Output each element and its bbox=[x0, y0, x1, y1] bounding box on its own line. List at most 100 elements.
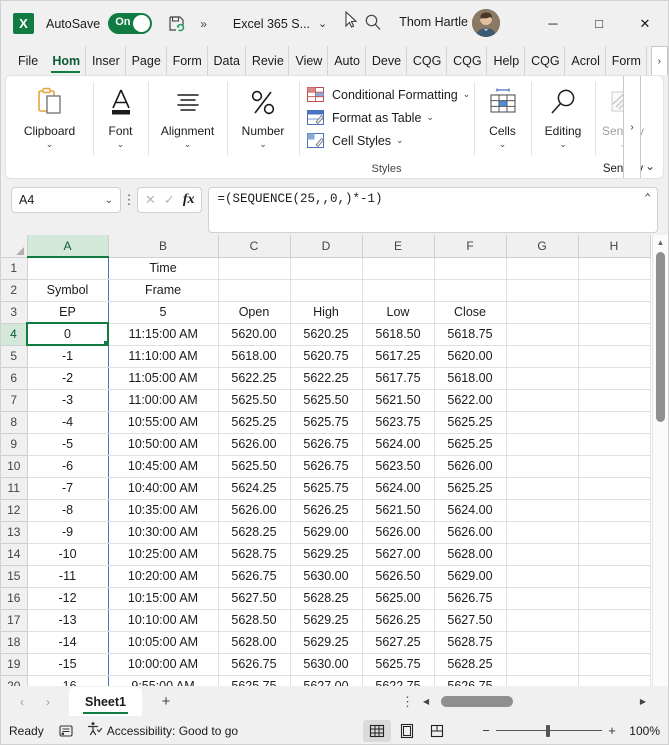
cell-H14[interactable] bbox=[578, 543, 651, 566]
row-header-10[interactable]: 10 bbox=[1, 455, 28, 478]
row-header-2[interactable]: 2 bbox=[1, 279, 28, 302]
cell-A10[interactable]: -6 bbox=[27, 455, 109, 478]
cell-C12[interactable]: 5626.00 bbox=[218, 499, 291, 522]
record-macro-icon[interactable] bbox=[58, 723, 74, 739]
cell-D2[interactable] bbox=[290, 279, 363, 302]
font-button[interactable]: Font ⌄ bbox=[93, 80, 148, 150]
cell-E14[interactable]: 5627.00 bbox=[362, 543, 435, 566]
cell-B10[interactable]: 10:45:00 AM bbox=[108, 455, 219, 478]
cell-H5[interactable] bbox=[578, 345, 651, 368]
cell-B11[interactable]: 10:40:00 AM bbox=[108, 477, 219, 500]
chevron-down-icon[interactable]: ⌄ bbox=[117, 139, 125, 150]
cell-A5[interactable]: -1 bbox=[27, 345, 109, 368]
prev-sheet-icon[interactable]: ‹ bbox=[9, 689, 35, 715]
cell-E1[interactable] bbox=[362, 257, 435, 280]
cell-H17[interactable] bbox=[578, 609, 651, 632]
cell-F7[interactable]: 5622.00 bbox=[434, 389, 507, 412]
autosave-toggle[interactable]: On bbox=[108, 13, 153, 34]
row-header-9[interactable]: 9 bbox=[1, 433, 28, 456]
chevron-down-icon[interactable]: ⌄ bbox=[463, 89, 471, 100]
cell-F12[interactable]: 5624.00 bbox=[434, 499, 507, 522]
cell-H7[interactable] bbox=[578, 389, 651, 412]
row-header-3[interactable]: 3 bbox=[1, 301, 28, 324]
cell-D18[interactable]: 5629.25 bbox=[290, 631, 363, 654]
cell-B4[interactable]: 11:15:00 AM bbox=[108, 323, 219, 346]
tab-page-layout[interactable]: Page bbox=[126, 46, 167, 75]
cell-F9[interactable]: 5625.25 bbox=[434, 433, 507, 456]
cell-B13[interactable]: 10:30:00 AM bbox=[108, 521, 219, 544]
row-header-12[interactable]: 12 bbox=[1, 499, 28, 522]
cell-styles-button[interactable]: Cell Styles ⌄ bbox=[307, 129, 404, 152]
name-box[interactable]: A4 ⌄ bbox=[11, 187, 121, 213]
cell-D12[interactable]: 5626.25 bbox=[290, 499, 363, 522]
accessibility-status[interactable]: Accessibility: Good to go bbox=[86, 721, 238, 740]
cell-C4[interactable]: 5620.00 bbox=[218, 323, 291, 346]
cell-D6[interactable]: 5622.25 bbox=[290, 367, 363, 390]
hscroll-left-icon[interactable]: ◀ bbox=[423, 697, 429, 706]
cell-H13[interactable] bbox=[578, 521, 651, 544]
cell-C18[interactable]: 5628.00 bbox=[218, 631, 291, 654]
select-all-corner[interactable] bbox=[1, 235, 28, 258]
save-sync-icon[interactable] bbox=[164, 12, 188, 36]
cell-A3[interactable]: EP bbox=[27, 301, 109, 324]
tab-form[interactable]: Form bbox=[606, 46, 647, 75]
row-header-4[interactable]: 4 bbox=[1, 323, 28, 346]
cell-A14[interactable]: -10 bbox=[27, 543, 109, 566]
row-header-6[interactable]: 6 bbox=[1, 367, 28, 390]
cell-G17[interactable] bbox=[506, 609, 579, 632]
column-header-b[interactable]: B bbox=[108, 235, 219, 258]
cell-C10[interactable]: 5625.50 bbox=[218, 455, 291, 478]
cell-A18[interactable]: -14 bbox=[27, 631, 109, 654]
cell-F17[interactable]: 5627.50 bbox=[434, 609, 507, 632]
cell-F11[interactable]: 5625.25 bbox=[434, 477, 507, 500]
row-header-15[interactable]: 15 bbox=[1, 565, 28, 588]
column-header-c[interactable]: C bbox=[218, 235, 291, 258]
tab-cqg-1[interactable]: CQG bbox=[407, 46, 448, 75]
cell-A2[interactable]: Symbol bbox=[27, 279, 109, 302]
cell-B19[interactable]: 10:00:00 AM bbox=[108, 653, 219, 676]
tab-developer[interactable]: Deve bbox=[366, 46, 407, 75]
cell-G4[interactable] bbox=[506, 323, 579, 346]
cell-E15[interactable]: 5626.50 bbox=[362, 565, 435, 588]
cell-D14[interactable]: 5629.25 bbox=[290, 543, 363, 566]
hscroll-track[interactable] bbox=[433, 696, 636, 707]
cell-F8[interactable]: 5625.25 bbox=[434, 411, 507, 434]
cell-G16[interactable] bbox=[506, 587, 579, 610]
cell-F2[interactable] bbox=[434, 279, 507, 302]
normal-view-button[interactable] bbox=[363, 719, 391, 742]
cell-E5[interactable]: 5617.25 bbox=[362, 345, 435, 368]
cell-G11[interactable] bbox=[506, 477, 579, 500]
cell-G9[interactable] bbox=[506, 433, 579, 456]
row-header-14[interactable]: 14 bbox=[1, 543, 28, 566]
search-icon[interactable] bbox=[364, 13, 382, 34]
clipboard-button[interactable]: Clipboard ⌄ bbox=[6, 80, 93, 150]
row-header-19[interactable]: 19 bbox=[1, 653, 28, 676]
number-button[interactable]: Number ⌄ bbox=[227, 80, 299, 150]
ribbon-tabs-overflow-icon[interactable]: › bbox=[650, 46, 668, 75]
cell-H2[interactable] bbox=[578, 279, 651, 302]
cell-F19[interactable]: 5628.25 bbox=[434, 653, 507, 676]
cell-A15[interactable]: -11 bbox=[27, 565, 109, 588]
cell-C15[interactable]: 5626.75 bbox=[218, 565, 291, 588]
cell-C16[interactable]: 5627.50 bbox=[218, 587, 291, 610]
cell-C5[interactable]: 5618.00 bbox=[218, 345, 291, 368]
scroll-up-icon[interactable]: ▲ bbox=[653, 235, 668, 250]
cell-E11[interactable]: 5624.00 bbox=[362, 477, 435, 500]
cell-D10[interactable]: 5626.75 bbox=[290, 455, 363, 478]
cell-C13[interactable]: 5628.25 bbox=[218, 521, 291, 544]
cell-H11[interactable] bbox=[578, 477, 651, 500]
row-header-18[interactable]: 18 bbox=[1, 631, 28, 654]
cell-D8[interactable]: 5625.75 bbox=[290, 411, 363, 434]
cell-E9[interactable]: 5624.00 bbox=[362, 433, 435, 456]
cell-B2[interactable]: Frame bbox=[108, 279, 219, 302]
avatar[interactable] bbox=[472, 9, 500, 37]
cell-C14[interactable]: 5628.75 bbox=[218, 543, 291, 566]
formula-bar-options-icon[interactable]: ⋮ bbox=[121, 187, 137, 213]
cancel-icon[interactable]: ✕ bbox=[145, 192, 156, 208]
cell-B8[interactable]: 10:55:00 AM bbox=[108, 411, 219, 434]
cell-A1[interactable] bbox=[27, 257, 109, 280]
row-header-8[interactable]: 8 bbox=[1, 411, 28, 434]
cell-F16[interactable]: 5626.75 bbox=[434, 587, 507, 610]
cell-A9[interactable]: -5 bbox=[27, 433, 109, 456]
cell-D16[interactable]: 5628.25 bbox=[290, 587, 363, 610]
